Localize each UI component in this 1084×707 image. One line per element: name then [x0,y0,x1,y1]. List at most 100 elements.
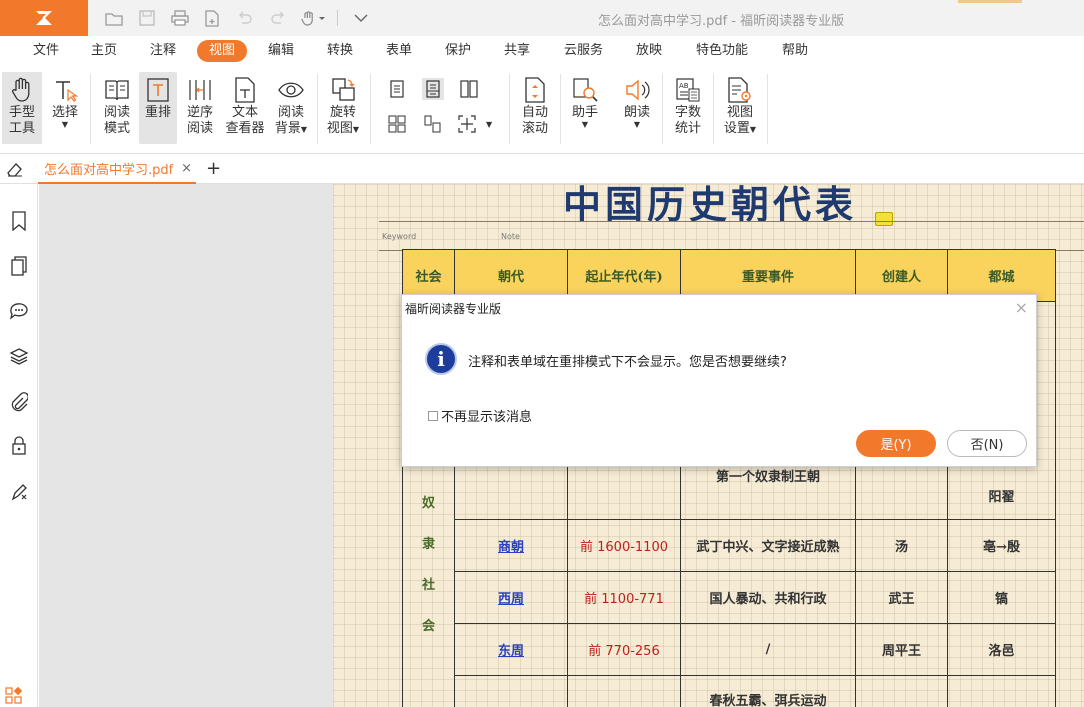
table-cell: 东周 [454,623,568,676]
facing-pages-icon[interactable] [458,78,480,100]
reverse-read-button[interactable]: 逆序 阅读 [183,72,217,137]
ribbon-separator [767,74,768,144]
document-tab[interactable]: 怎么面对高中学习.pdf × [38,155,196,184]
read-aloud-button[interactable]: 朗读 ▼ [620,72,654,129]
reflow-label: 重排 [144,105,171,120]
dynasty-link[interactable]: 商朝 [498,540,524,555]
rotate-view-button[interactable]: 旋转 视图▼ [323,72,363,138]
app-logo[interactable] [0,0,88,36]
society-char: 奴 [421,496,435,511]
ribbon-separator [713,74,714,144]
no-button[interactable]: 否(N) [947,430,1027,457]
read-background-label-text: 背景 [274,121,301,136]
dynasty-link[interactable]: 西周 [498,592,524,607]
read-mode-button[interactable]: 阅读 模式 [100,72,134,137]
eraser-icon[interactable] [6,161,24,181]
assistant-button[interactable]: 助手 ▼ [568,72,602,129]
view-settings-icon [726,75,754,105]
cover-page-icon[interactable] [422,113,444,135]
menu-protect[interactable]: 保护 [445,40,471,62]
undo-icon[interactable] [234,8,256,28]
view-settings-label-1: 视图 [726,105,753,120]
new-document-icon[interactable] [201,8,223,28]
menu-view[interactable]: 视图 [197,40,248,62]
menu-features[interactable]: 特色功能 [696,40,748,62]
dialog-close-icon[interactable]: × [1015,298,1028,317]
reflow-button[interactable]: 重排 [139,72,177,144]
attachment-icon[interactable] [9,392,29,412]
read-background-label-1: 阅读 [277,105,304,120]
magnifier-icon [571,75,599,105]
comments-icon[interactable] [9,301,29,321]
auto-scroll-button[interactable]: 自动 滚动 [518,72,552,137]
hand-tool-label-2: 工具 [8,121,35,136]
table-cell: 商朝 [454,519,568,572]
window-title: 怎么面对高中学习.pdf - 福昕阅读器专业版 [598,14,845,29]
single-page-icon[interactable] [386,78,408,100]
hand-tool-button[interactable]: 手型 工具 [2,72,42,144]
table-cell: 武王 [855,571,948,624]
menu-slideshow[interactable]: 放映 [636,40,662,62]
ribbon-separator [560,74,561,144]
table-cell: 亳→殷 [947,519,1056,572]
word-count-button[interactable]: AB 字数 统计 [671,72,705,137]
table-cell [567,675,681,707]
menu-file[interactable]: 文件 [33,40,59,62]
split-view-dropdown[interactable]: ▼ [458,113,498,135]
word-count-icon: AB [674,75,702,105]
pages-icon[interactable] [9,256,29,276]
menu-cloud[interactable]: 云服务 [564,40,603,62]
continuous-facing-icon[interactable] [386,113,408,135]
close-tab-icon[interactable]: × [181,161,192,176]
read-aloud-dropdown-icon: ▼ [633,120,641,129]
bookmark-icon[interactable] [9,211,29,231]
menu-form[interactable]: 表单 [386,40,412,62]
table-cell: / [680,623,856,676]
note-annotation-icon[interactable] [875,212,893,226]
dont-show-again-checkbox[interactable]: 不再显示该消息 [428,406,532,425]
customize-toolbar-icon[interactable] [350,8,372,28]
new-tab-icon[interactable]: + [206,158,221,179]
open-icon[interactable] [103,8,125,28]
menu-home[interactable]: 主页 [91,40,117,62]
reflow-icon [144,75,172,105]
book-icon [103,75,131,105]
ribbon-toolbar: 手型 工具 选择 ▼ 阅读 模式 重排 逆序 阅读 文本 查看器 阅读 背景▼ … [0,66,1084,154]
auto-scroll-label-2: 滚动 [521,121,548,136]
menu-share[interactable]: 共享 [504,40,530,62]
signature-icon[interactable] [9,482,29,502]
document-tab-title: 怎么面对高中学习.pdf [44,163,174,178]
select-label: 选择 [51,105,78,120]
keyword-label: Keyword [382,232,417,241]
view-settings-button[interactable]: 视图 设置▼ [720,72,760,138]
save-icon[interactable] [136,8,158,28]
text-viewer-icon [231,75,259,105]
menu-comment[interactable]: 注释 [150,40,176,62]
checkbox-box[interactable] [428,410,438,421]
table-cell: 武丁中兴、文字接近成熟 [680,519,856,572]
table-cell: 前 1600-1100 [567,519,681,572]
table-cell [454,675,568,707]
layers-icon[interactable] [9,346,29,366]
continuous-page-icon[interactable] [422,78,444,100]
read-background-button[interactable]: 阅读 背景▼ [271,72,311,138]
security-lock-icon[interactable] [9,436,29,456]
apps-grid-icon[interactable] [5,686,23,707]
split-view-icon [458,115,476,133]
text-viewer-button[interactable]: 文本 查看器 [222,72,268,137]
menu-help[interactable]: 帮助 [782,40,808,62]
hand-dropdown-icon[interactable] [300,8,328,28]
auto-scroll-label-1: 自动 [521,105,548,120]
yes-button[interactable]: 是(Y) [856,430,936,457]
menu-convert[interactable]: 转换 [327,40,353,62]
redo-icon[interactable] [267,8,289,28]
view-settings-label-text: 设置 [723,121,750,136]
rotate-view-dropdown-icon: ▼ [352,125,360,134]
table-cell: 前 770-256 [567,623,681,676]
read-background-label-2: 背景▼ [275,121,307,138]
table-cell: 镐 [947,571,1056,624]
dynasty-link[interactable]: 东周 [498,644,524,659]
menu-edit[interactable]: 编辑 [268,40,294,62]
print-icon[interactable] [169,8,191,28]
select-button[interactable]: 选择 ▼ [48,72,82,129]
